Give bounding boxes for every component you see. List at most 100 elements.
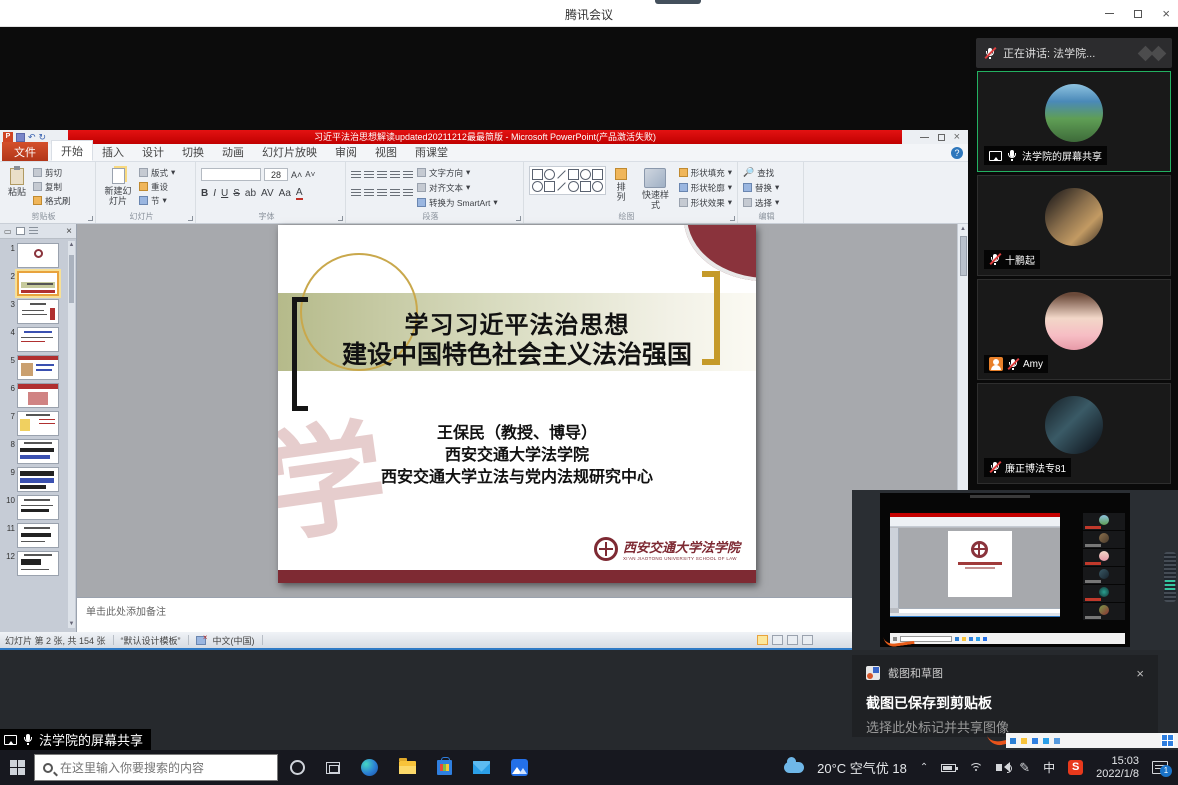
- shape-outline-button[interactable]: 形状轮廓 ▾: [679, 181, 732, 194]
- spacing-button[interactable]: AV: [261, 188, 274, 199]
- slide-thumbnail[interactable]: 2: [2, 271, 66, 296]
- taskbar-search[interactable]: [34, 754, 278, 781]
- toolbar-pull-tab[interactable]: [655, 0, 701, 4]
- dialog-launcher-icon[interactable]: [88, 216, 93, 221]
- grow-font-icon[interactable]: A˄: [291, 170, 302, 180]
- font-size-box[interactable]: 28: [264, 168, 288, 181]
- ppt-close-icon[interactable]: ×: [954, 132, 960, 143]
- slide-thumbnail[interactable]: 10: [2, 495, 66, 520]
- select-button[interactable]: 选择 ▾: [743, 196, 779, 209]
- copy-button[interactable]: 复制: [33, 180, 71, 193]
- language-indicator[interactable]: 中文(中国): [213, 634, 255, 647]
- action-center-icon[interactable]: 1: [1152, 761, 1168, 774]
- tencent-meeting-icon[interactable]: [511, 759, 528, 776]
- shape-fill-button[interactable]: 形状填充 ▾: [679, 166, 732, 179]
- ppt-restore-icon[interactable]: [938, 134, 945, 141]
- notification-toast[interactable]: 截图和草图 × 截图已保存到剪贴板 选择此处标记并共享图像: [852, 655, 1158, 737]
- notes-pane[interactable]: 单击此处添加备注: [77, 597, 968, 632]
- mail-icon[interactable]: [473, 761, 490, 774]
- bold-button[interactable]: B: [201, 188, 208, 199]
- weather-icon[interactable]: [784, 762, 804, 773]
- align-left-icon[interactable]: [351, 189, 361, 197]
- align-center-icon[interactable]: [364, 189, 374, 197]
- dialog-launcher-icon[interactable]: [338, 216, 343, 221]
- normal-view-button[interactable]: [757, 635, 768, 645]
- tab-file[interactable]: 文件: [2, 142, 48, 161]
- arrange-button[interactable]: 排列: [610, 166, 632, 204]
- columns-icon[interactable]: [403, 189, 413, 197]
- task-view-icon[interactable]: [326, 762, 340, 774]
- taskbar-clock[interactable]: 15:03 2022/1/8: [1096, 755, 1139, 781]
- reset-button[interactable]: 重设: [139, 180, 175, 193]
- numbering-icon[interactable]: [364, 171, 374, 179]
- line-spacing-icon[interactable]: [403, 171, 413, 179]
- weather-text[interactable]: 20°C 空气优 18: [817, 758, 907, 777]
- align-right-icon[interactable]: [377, 189, 387, 197]
- wifi-icon[interactable]: [969, 763, 983, 773]
- shape-effects-button[interactable]: 形状效果 ▾: [679, 196, 732, 209]
- indent-decrease-icon[interactable]: [377, 171, 387, 179]
- case-button[interactable]: Aa: [279, 188, 291, 199]
- align-text-button[interactable]: 对齐文本 ▾: [417, 181, 498, 194]
- thumbnails-scrollbar[interactable]: ▲ ▼: [68, 241, 75, 628]
- strikethrough-button[interactable]: S: [233, 188, 240, 199]
- screenshot-preview-window[interactable]: [852, 490, 1178, 650]
- find-button[interactable]: 🔎查找: [743, 166, 779, 179]
- tab-insert[interactable]: 插入: [93, 142, 133, 161]
- dialog-launcher-icon[interactable]: [730, 216, 735, 221]
- layout-button[interactable]: 版式 ▾: [139, 166, 175, 179]
- text-direction-button[interactable]: 文字方向 ▾: [417, 166, 498, 179]
- slide-thumbnail[interactable]: 12: [2, 551, 66, 576]
- slide-thumbnail[interactable]: 8: [2, 439, 66, 464]
- participant-tile[interactable]: 廉正博法专81: [977, 383, 1171, 484]
- slide-thumbnail[interactable]: 5: [2, 355, 66, 380]
- bullets-icon[interactable]: [351, 171, 361, 179]
- tab-animations[interactable]: 动画: [213, 142, 253, 161]
- slides-tab-icon[interactable]: [16, 227, 25, 235]
- slide-thumbnail[interactable]: 1: [2, 243, 66, 268]
- microsoft-store-icon[interactable]: [437, 760, 452, 775]
- reading-view-button[interactable]: [787, 635, 798, 645]
- maximize-icon[interactable]: [1134, 10, 1142, 18]
- slideshow-button[interactable]: [802, 635, 813, 645]
- volume-icon[interactable]: [996, 764, 1002, 771]
- minimize-icon[interactable]: [1105, 13, 1114, 14]
- spellcheck-icon[interactable]: [196, 636, 206, 645]
- ime-indicator[interactable]: 中: [1043, 759, 1055, 776]
- collapse-panel-icon[interactable]: ▭: [4, 227, 12, 236]
- tab-design[interactable]: 设计: [133, 142, 173, 161]
- close-panel-icon[interactable]: ×: [66, 226, 72, 237]
- shadow-button[interactable]: ab: [245, 188, 256, 199]
- cortana-icon[interactable]: [290, 760, 305, 775]
- search-input[interactable]: [60, 761, 250, 775]
- tab-transitions[interactable]: 切换: [173, 142, 213, 161]
- start-button[interactable]: [0, 750, 34, 785]
- italic-button[interactable]: I: [213, 188, 216, 199]
- ppt-minimize-icon[interactable]: [920, 137, 929, 138]
- tab-slideshow[interactable]: 幻灯片放映: [253, 142, 326, 161]
- font-color-button[interactable]: A: [296, 187, 303, 200]
- pen-icon[interactable]: ✎: [1019, 760, 1030, 776]
- sogou-input-icon[interactable]: S: [1068, 760, 1083, 775]
- replace-button[interactable]: 替换 ▾: [743, 181, 779, 194]
- smartart-button[interactable]: 转换为 SmartArt ▾: [417, 196, 498, 209]
- slide-thumbnail[interactable]: 4: [2, 327, 66, 352]
- underline-button[interactable]: U: [221, 188, 228, 199]
- slide-thumbnail[interactable]: 7: [2, 411, 66, 436]
- battery-icon[interactable]: [941, 764, 956, 772]
- tab-view[interactable]: 视图: [366, 142, 406, 161]
- participant-tile-sharing[interactable]: 法学院的屏幕共享: [977, 71, 1171, 172]
- slide-thumbnail[interactable]: 6: [2, 383, 66, 408]
- shrink-font-icon[interactable]: A˅: [305, 170, 315, 179]
- cut-button[interactable]: 剪切: [33, 166, 71, 179]
- slide-canvas[interactable]: 学 学习习近平法治思想 建设中国特色社会主义法治强国 王保民（教授、博导） 西安…: [278, 225, 756, 583]
- notification-close-icon[interactable]: ×: [1136, 666, 1144, 681]
- indent-increase-icon[interactable]: [390, 171, 400, 179]
- edge-browser-icon[interactable]: [361, 759, 378, 776]
- outline-tab-icon[interactable]: [29, 227, 38, 235]
- new-slide-button[interactable]: 新建幻灯片: [101, 166, 135, 208]
- undo-icon[interactable]: ↶: [28, 132, 36, 142]
- tray-expand-icon[interactable]: ⌃: [920, 762, 928, 773]
- help-icon[interactable]: ?: [951, 147, 963, 159]
- tab-review[interactable]: 审阅: [326, 142, 366, 161]
